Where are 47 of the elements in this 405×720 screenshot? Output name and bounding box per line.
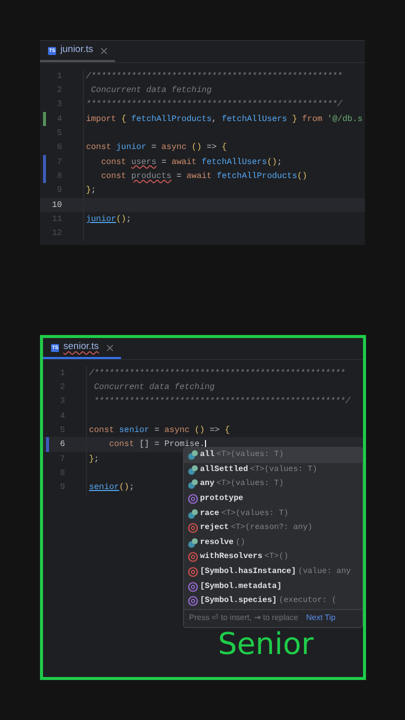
code-line: import { fetchAllProducts, fetchAllUsers } from '@/db.s [86,112,362,126]
completion-item[interactable]: all <T>(values: T) [184,448,362,463]
completion-item[interactable]: resolve () [184,536,362,550]
property-icon [188,582,198,592]
tab-label: junior.ts [60,43,94,58]
code-line: Concurrent data fetching [93,381,215,394]
code-line: /************************************************** [86,70,342,82]
completion-item[interactable]: any <T>(values: T) [184,477,362,492]
line-number: 10 [50,198,62,212]
close-icon[interactable] [101,48,108,54]
method-icon [188,450,198,460]
tab-label: senior.ts [63,340,99,354]
caption: Senior [218,630,314,660]
code-line: const users = await fetchAllUsers(); [100,156,282,168]
completion-item[interactable]: [Symbol.hasInstance] (value: any [184,564,362,580]
code-line: const junior = async () => { [86,141,227,154]
member-icon [188,552,198,562]
member-icon [188,523,198,534]
completion-item[interactable]: allSettled <T>(values: T) [184,462,362,478]
method-icon [188,479,198,490]
completion-item[interactable]: withResolvers <T>() [184,550,362,565]
code-line: const products = await fetchAllProducts() [100,170,308,183]
completion-item[interactable]: [Symbol.metadata] [184,579,362,594]
close-icon[interactable] [106,344,113,350]
code-line: **************************************************/ [93,395,350,408]
completion-item[interactable]: race <T>(values: T) [184,506,362,521]
property-icon [188,596,198,606]
completion-item[interactable]: reject <T>(reason?: any) [184,520,362,536]
member-icon [188,567,198,578]
code-line: Concurrent data fetching [90,84,212,97]
code-line: }; [89,452,100,466]
method-icon [188,538,198,548]
code-line: **************************************************/ [86,98,342,112]
completion-item[interactable]: [Symbol.species] (executor: ( [184,594,362,609]
next-tip-link[interactable]: Next Tip [306,612,336,624]
code-line: senior(); [89,481,134,494]
property-icon [188,494,198,504]
method-icon [188,508,198,519]
code-line: const [] = Promise. [108,438,205,450]
code-line: }; [86,184,96,197]
completion-item[interactable]: prototype [184,492,362,506]
completion-hint: Press ⏎ to insert, ⇥ to replace [189,612,298,624]
code-line: junior(); [86,212,132,226]
code-line: /************************************************** [89,366,346,380]
code-line: const senior = async () => { [89,424,230,437]
line-number: 6 [58,438,65,451]
method-icon [188,464,198,475]
